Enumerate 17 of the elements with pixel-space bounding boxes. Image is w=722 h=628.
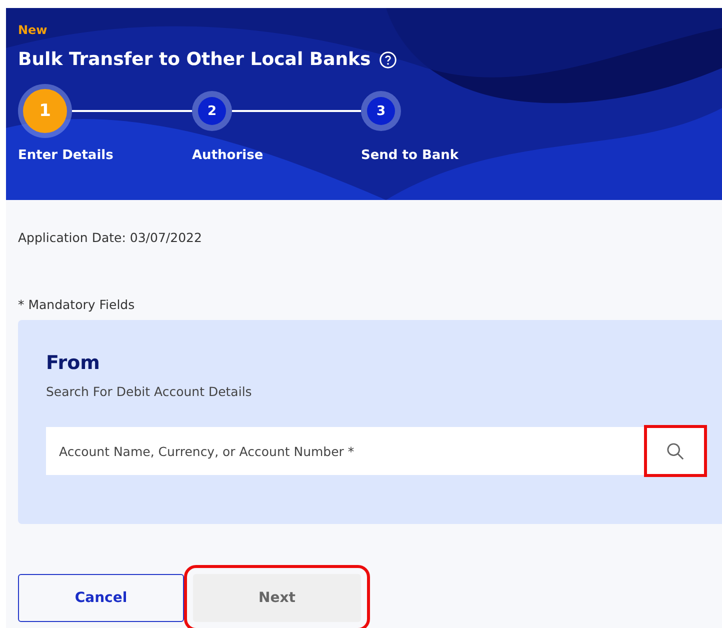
cancel-button[interactable]: Cancel [18,574,184,622]
section-subtitle: Search For Debit Account Details [46,384,253,399]
step-label: Authorise [192,148,264,163]
step-circle: 2 [192,91,232,131]
step-label: Send to Bank [361,148,459,163]
help-icon[interactable] [378,50,397,68]
mandatory-note: * Mandatory Fields [18,297,136,312]
step-label: Enter Details [18,148,114,163]
page-title: Bulk Transfer to Other Local Banks [18,49,371,70]
step-circle: 1 [18,84,72,138]
application-date: Application Date: 03/07/2022 [18,230,203,245]
step-circle: 3 [361,91,401,131]
search-button[interactable] [646,427,705,475]
account-search-field[interactable]: Account Name, Currency, or Account Number * [46,427,646,475]
new-label: New [18,23,48,37]
search-icon [666,442,685,460]
section-title: From [46,352,101,374]
